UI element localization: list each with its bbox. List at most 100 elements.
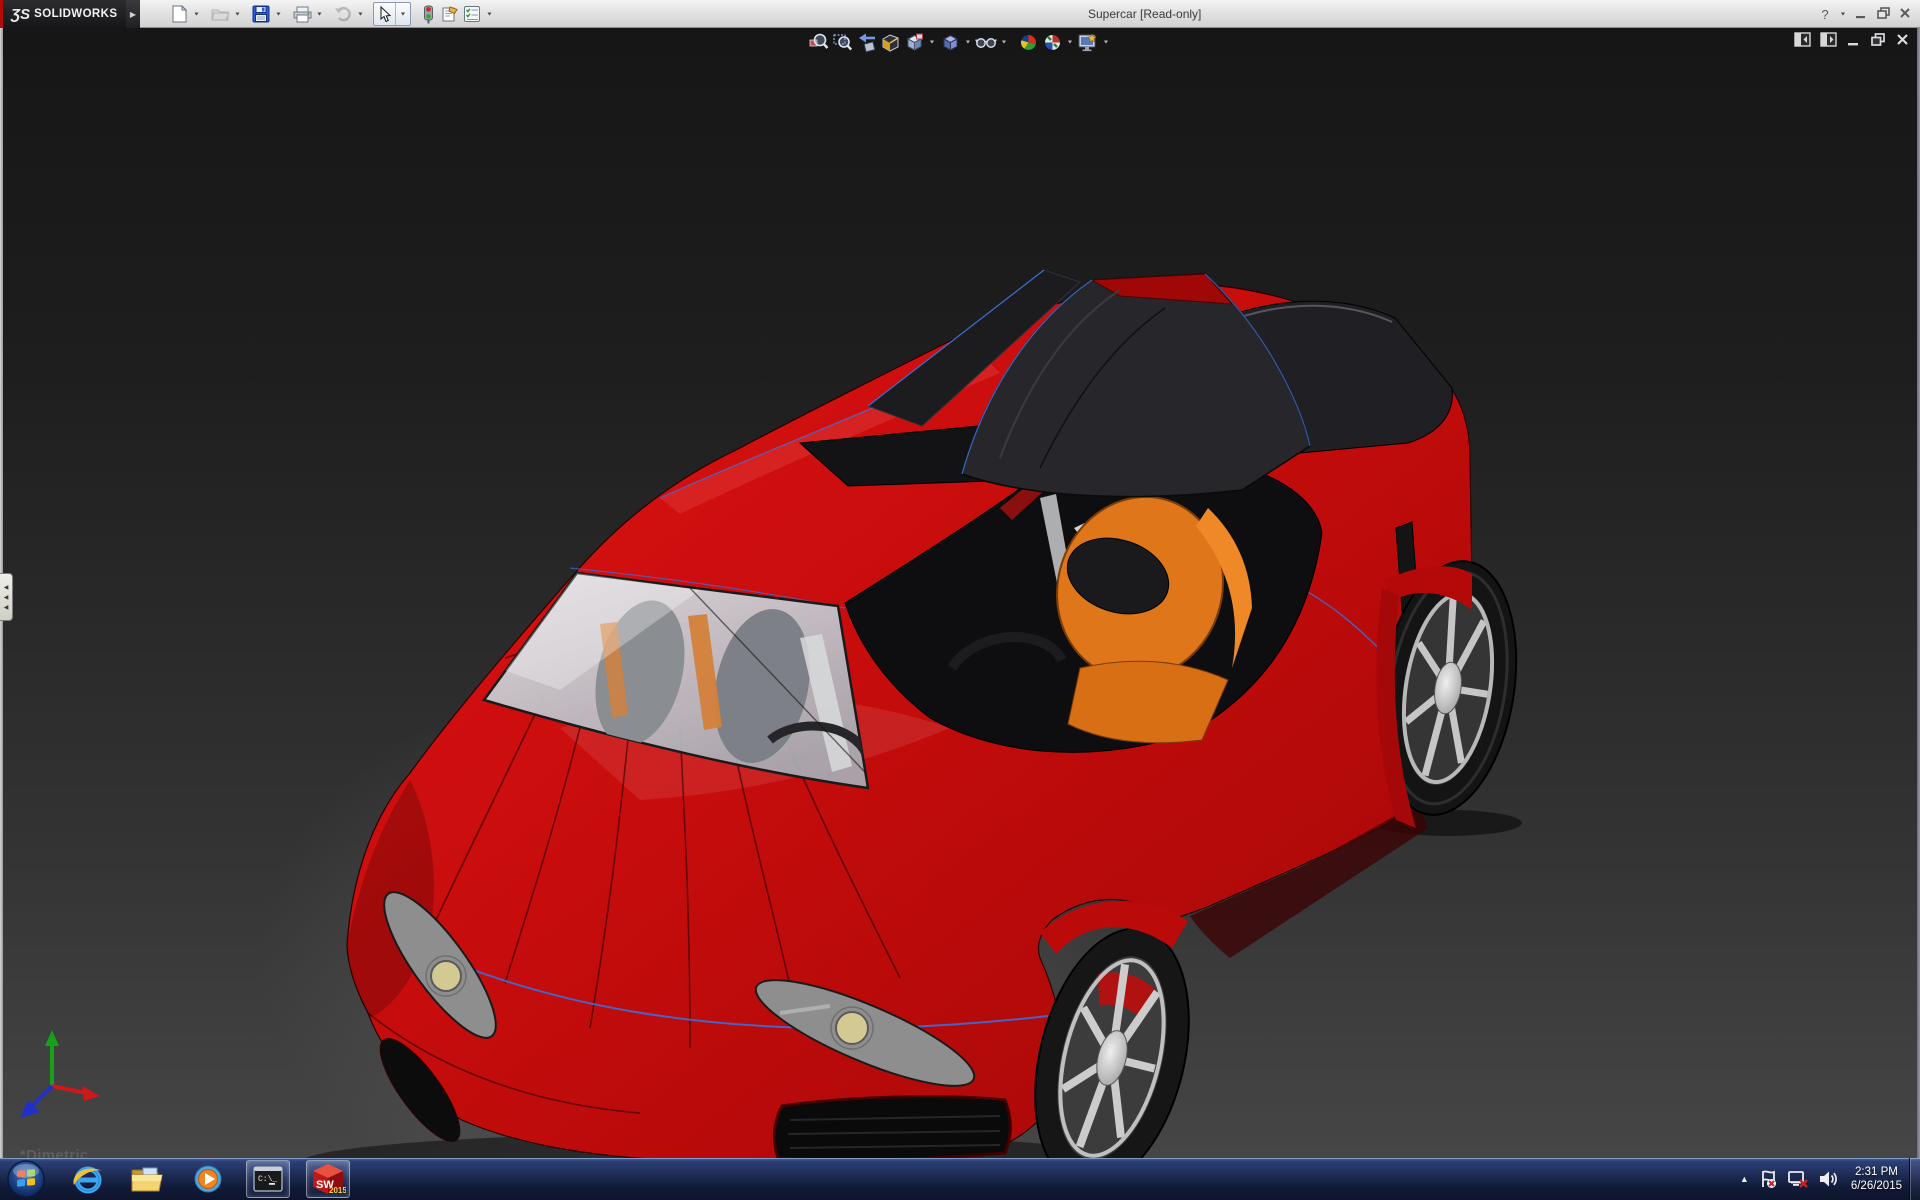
start-button[interactable] [6, 1159, 46, 1199]
command-prompt-button[interactable]: C:\_ [246, 1160, 290, 1198]
view-orientation-button[interactable] [902, 30, 926, 54]
rebuild-button[interactable] [417, 3, 439, 25]
apply-scene-button[interactable] [1040, 30, 1064, 54]
toggle-pane-left-button[interactable] [1794, 32, 1811, 47]
print-icon [293, 6, 311, 22]
hide-show-items-button[interactable] [974, 30, 998, 54]
solidworks-logo-mark: ƷS [11, 5, 31, 23]
network-status-icon[interactable] [1787, 1169, 1809, 1189]
section-view-icon [882, 33, 898, 52]
edit-appearance-icon [1019, 33, 1037, 51]
solidworks-logo-text: SOLIDWORKS [34, 8, 118, 20]
file-properties-icon [442, 6, 458, 22]
clock-time: 2:31 PM [1855, 1166, 1898, 1178]
zoom-to-area-icon [832, 33, 852, 50]
display-style-icon [942, 34, 958, 51]
edit-appearance-button[interactable] [1016, 30, 1040, 54]
graphics-viewport[interactable]: ◀ ◀ ◀ [0, 28, 1920, 1158]
section-view-button[interactable] [878, 30, 902, 54]
select-tool-group [373, 2, 411, 26]
print-dropdown[interactable] [313, 3, 326, 25]
previous-view-button[interactable] [854, 30, 878, 54]
open-button[interactable] [209, 3, 231, 25]
system-tray: ▲ 2:31 PM 6/26/2015 [1740, 1158, 1906, 1200]
x-axis [51, 1084, 87, 1095]
view-orientation-label: *Dimetric [20, 1147, 89, 1158]
internet-explorer-button[interactable] [66, 1160, 110, 1198]
apply-scene-icon [1043, 33, 1061, 51]
restore-icon [1876, 6, 1890, 19]
taskbar-clock[interactable]: 2:31 PM 6/26/2015 [1847, 1165, 1906, 1193]
save-icon [252, 5, 270, 23]
command-prompt-text: C:\_ [258, 1175, 277, 1184]
rebuild-traffic-light-icon [423, 5, 433, 23]
document-minimize-icon [1848, 43, 1858, 46]
zoom-to-area-button[interactable] [830, 30, 854, 54]
minimize-button[interactable] [1852, 6, 1870, 23]
close-icon [1900, 7, 1910, 18]
open-dropdown[interactable] [231, 3, 244, 25]
chevron-left-icon: ◀ [3, 584, 9, 591]
undo-button[interactable] [332, 3, 354, 25]
chevron-left-icon: ◀ [3, 604, 9, 611]
minimize-icon [1856, 15, 1865, 18]
hide-show-items-dropdown[interactable] [998, 30, 1010, 54]
options-button[interactable] [461, 3, 483, 25]
hide-show-items-icon [975, 38, 997, 48]
taskbar-apps: C:\_ SW 2015 [58, 1158, 358, 1200]
zoom-to-fit-button[interactable] [806, 30, 830, 54]
windows-taskbar: C:\_ SW 2015 ▲ 2:31 PM 6/26/2015 [0, 1158, 1920, 1200]
help-dropdown[interactable] [1838, 3, 1848, 25]
view-settings-dropdown[interactable] [1100, 30, 1112, 54]
action-center-icon[interactable] [1758, 1169, 1778, 1189]
clock-date: 6/26/2015 [1850, 1180, 1902, 1192]
solidworks-logo: ƷS SOLIDWORKS [0, 0, 126, 28]
select-button[interactable] [374, 3, 396, 25]
file-properties-button[interactable] [439, 3, 461, 25]
apply-scene-dropdown[interactable] [1064, 30, 1076, 54]
zoom-to-fit-icon [809, 33, 828, 49]
z-axis [28, 1084, 54, 1110]
save-dropdown[interactable] [272, 3, 285, 25]
document-close-icon [1897, 34, 1908, 45]
select-dropdown[interactable] [396, 3, 410, 25]
print-button[interactable] [291, 3, 313, 25]
view-settings-button[interactable] [1076, 30, 1100, 54]
new-document-icon [172, 5, 187, 23]
show-desktop-button[interactable] [1909, 1158, 1920, 1200]
folder-icon [131, 1167, 163, 1192]
toggle-pane-right-button[interactable] [1820, 32, 1837, 47]
help-button[interactable]: ? [1816, 7, 1834, 22]
media-player-button[interactable] [186, 1160, 230, 1198]
document-minimize-button[interactable] [1846, 32, 1861, 47]
view-orientation-dropdown[interactable] [926, 30, 938, 54]
close-button[interactable] [1896, 6, 1914, 23]
document-restore-icon [1871, 33, 1885, 46]
quick-access-toolbar [168, 0, 502, 28]
document-window-controls [1794, 32, 1910, 47]
solidworks-2015-button[interactable]: SW 2015 [306, 1160, 350, 1198]
undo-dropdown[interactable] [354, 3, 367, 25]
windows-explorer-button[interactable] [126, 1160, 170, 1198]
undo-icon [335, 6, 351, 22]
new-document-dropdown[interactable] [190, 3, 203, 25]
title-bar: ƷS SOLIDWORKS ▶ ▼ ▼ ▼ ▼ ▼ ▼ ▼ Supercar [… [0, 0, 1920, 28]
supercar-3d-model [305, 269, 1522, 1158]
feature-manager-collapsed-tab[interactable]: ◀ ◀ ◀ [0, 573, 13, 621]
orientation-triad [20, 1030, 100, 1118]
new-document-button[interactable] [168, 3, 190, 25]
menu-flyout-arrow[interactable]: ▶ [126, 0, 140, 28]
display-style-dropdown[interactable] [962, 30, 974, 54]
open-icon [210, 9, 230, 21]
select-cursor-icon [379, 5, 391, 22]
solidworks-cube-icon: SW 2015 [313, 1164, 346, 1195]
document-close-button[interactable] [1895, 32, 1910, 47]
show-hidden-icons-button[interactable]: ▲ [1740, 1174, 1749, 1184]
document-restore-button[interactable] [1870, 32, 1886, 47]
save-button[interactable] [250, 3, 272, 25]
display-style-button[interactable] [938, 30, 962, 54]
restore-button[interactable] [1874, 6, 1892, 23]
options-dropdown[interactable] [483, 3, 496, 25]
command-prompt-icon: C:\_ [253, 1166, 283, 1192]
volume-icon[interactable] [1818, 1169, 1838, 1189]
